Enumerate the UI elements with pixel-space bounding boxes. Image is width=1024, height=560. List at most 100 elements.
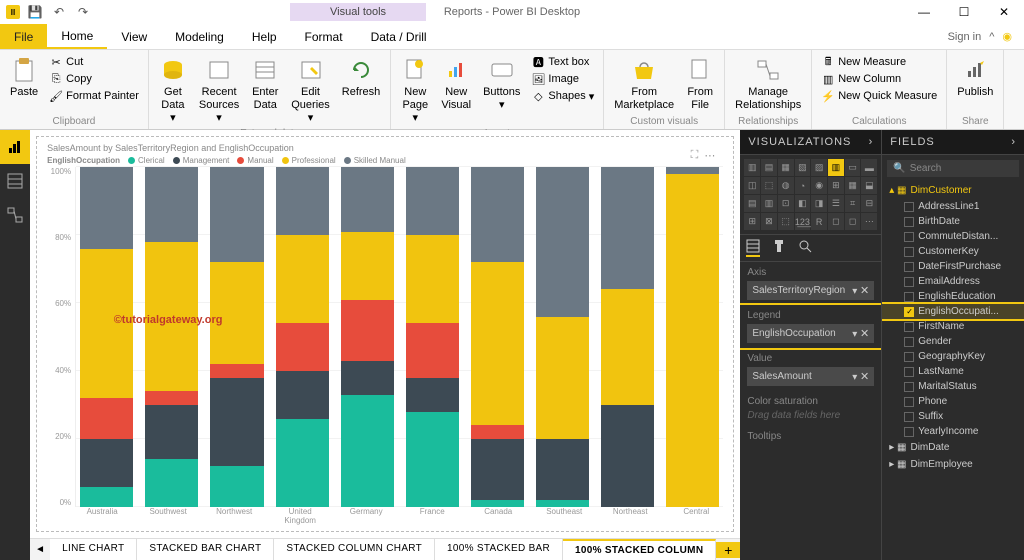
viz-type-icon[interactable]: ⬚: [761, 177, 777, 194]
remove-value-icon[interactable]: ✕: [860, 371, 869, 383]
menu-tab-view[interactable]: View: [107, 24, 161, 49]
axis-field-pill[interactable]: SalesTerritoryRegion▾ ✕: [747, 281, 874, 300]
legend-item[interactable]: Skilled Manual: [344, 156, 406, 165]
new-visual-button[interactable]: NewVisual: [437, 54, 475, 114]
legend-field-pill[interactable]: EnglishOccupation▾ ✕: [747, 324, 874, 343]
redo-icon[interactable]: ↷: [74, 3, 92, 21]
textbox-button[interactable]: 🅰Text box: [528, 54, 597, 70]
new-page-button[interactable]: NewPage▾: [397, 54, 433, 128]
page-tab[interactable]: LINE CHART: [50, 539, 137, 560]
viz-type-icon[interactable]: ▭: [845, 159, 861, 176]
new-column-button[interactable]: ▥New Column: [818, 71, 940, 87]
signin-link[interactable]: Sign in: [948, 31, 982, 43]
shapes-button[interactable]: ◇Shapes▾: [528, 88, 597, 104]
viz-type-icon[interactable]: ⊞: [828, 177, 844, 194]
viz-type-icon[interactable]: ⊠: [761, 213, 777, 230]
field-phone[interactable]: Phone: [882, 394, 1024, 409]
page-tab[interactable]: 100% STACKED COLUMN: [563, 539, 716, 560]
from-marketplace-button[interactable]: FromMarketplace: [610, 54, 678, 114]
file-menu[interactable]: File: [0, 24, 47, 49]
viz-type-icon[interactable]: ▧: [795, 159, 811, 176]
field-firstname[interactable]: FirstName: [882, 319, 1024, 334]
chevron-up-icon[interactable]: ^: [989, 31, 994, 43]
bar-northeast[interactable]: [601, 167, 654, 507]
viz-type-icon[interactable]: ▦: [845, 177, 861, 194]
viz-type-icon[interactable]: R: [811, 213, 827, 230]
viz-type-icon[interactable]: ⊞: [744, 213, 760, 230]
fields-mode-icon[interactable]: [746, 239, 760, 257]
undo-icon[interactable]: ↶: [50, 3, 68, 21]
field-birthdate[interactable]: BirthDate: [882, 214, 1024, 229]
page-tab[interactable]: 100% STACKED BAR: [435, 539, 563, 560]
page-tab[interactable]: STACKED COLUMN CHART: [274, 539, 435, 560]
viz-type-icon[interactable]: ◍: [778, 177, 794, 194]
close-button[interactable]: ✕: [984, 0, 1024, 24]
bar-unitedkingdom[interactable]: [276, 167, 329, 507]
recent-sources-button[interactable]: RecentSources▾: [195, 54, 243, 128]
field-englisheducation[interactable]: EnglishEducation: [882, 289, 1024, 304]
bar-southeast[interactable]: [536, 167, 589, 507]
field-maritalstatus[interactable]: MaritalStatus: [882, 379, 1024, 394]
new-quick-measure-button[interactable]: ⚡New Quick Measure: [818, 88, 940, 104]
page-tab[interactable]: STACKED BAR CHART: [137, 539, 274, 560]
bar-canada[interactable]: [471, 167, 524, 507]
edit-queries-button[interactable]: EditQueries▾: [287, 54, 334, 128]
viz-type-icon[interactable]: ⌗: [845, 195, 861, 212]
model-view-icon[interactable]: [0, 198, 30, 232]
tab-prev-icon[interactable]: ◄: [30, 544, 50, 555]
bar-northwest[interactable]: [210, 167, 263, 507]
menu-tab-modeling[interactable]: Modeling: [161, 24, 238, 49]
report-view-icon[interactable]: [0, 130, 30, 164]
get-data-button[interactable]: GetData▾: [155, 54, 191, 128]
help-icon[interactable]: ◉: [1002, 30, 1012, 43]
more-options-icon[interactable]: ⋯: [704, 149, 715, 162]
enter-data-button[interactable]: EnterData: [247, 54, 283, 114]
viz-type-icon[interactable]: ▤: [761, 159, 777, 176]
viz-type-icon[interactable]: ◻: [845, 213, 861, 230]
viz-type-icon[interactable]: ⬓: [861, 177, 877, 194]
bar-southwest[interactable]: [145, 167, 198, 507]
field-emailaddress[interactable]: EmailAddress: [882, 274, 1024, 289]
viz-type-icon[interactable]: ⊡: [778, 195, 794, 212]
menu-tab-format[interactable]: Format: [291, 24, 357, 49]
fields-header[interactable]: FIELDS›: [882, 130, 1024, 155]
field-customerkey[interactable]: CustomerKey: [882, 244, 1024, 259]
remove-axis-icon[interactable]: ✕: [860, 285, 869, 297]
viz-type-icon[interactable]: ☰: [828, 195, 844, 212]
maximize-button[interactable]: ☐: [944, 0, 984, 24]
save-icon[interactable]: 💾: [26, 3, 44, 21]
field-englishoccupati[interactable]: EnglishOccupati...: [882, 304, 1024, 319]
field-addressline[interactable]: AddressLine1: [882, 199, 1024, 214]
table-dimcustomer[interactable]: ▴ ▦ DimCustomer: [882, 182, 1024, 199]
viz-type-icon[interactable]: ⊟: [861, 195, 877, 212]
viz-type-icon[interactable]: ▦: [778, 159, 794, 176]
viz-type-icon[interactable]: ◔: [795, 177, 811, 194]
bar-australia[interactable]: [80, 167, 133, 507]
viz-type-icon[interactable]: ◨: [811, 195, 827, 212]
viz-type-icon[interactable]: ◻: [828, 213, 844, 230]
field-suffix[interactable]: Suffix: [882, 409, 1024, 424]
fields-search-input[interactable]: 🔍Search: [887, 160, 1019, 177]
viz-type-icon[interactable]: ◧: [795, 195, 811, 212]
table-dimemployee[interactable]: ▸ ▦ DimEmployee: [882, 456, 1024, 473]
value-field-pill[interactable]: SalesAmount▾ ✕: [747, 367, 874, 386]
viz-type-icon[interactable]: ▥: [761, 195, 777, 212]
legend-item[interactable]: Clerical: [128, 156, 165, 165]
viz-type-icon[interactable]: 1̲2̲3̲: [795, 213, 811, 230]
visualizations-header[interactable]: VISUALIZATIONS›: [740, 130, 881, 155]
viz-type-icon[interactable]: ▤: [744, 195, 760, 212]
menu-tab-help[interactable]: Help: [238, 24, 291, 49]
format-painter-button[interactable]: 🖌Format Painter: [46, 88, 142, 104]
paste-button[interactable]: Paste: [6, 54, 42, 101]
bar-germany[interactable]: [341, 167, 394, 507]
viz-type-icon[interactable]: ▥: [828, 159, 844, 176]
field-datefirstpurchase[interactable]: DateFirstPurchase: [882, 259, 1024, 274]
from-file-button[interactable]: FromFile: [682, 54, 718, 114]
viz-type-icon[interactable]: ⬚: [778, 213, 794, 230]
field-yearlyincome[interactable]: YearlyIncome: [882, 424, 1024, 439]
cut-button[interactable]: ✂Cut: [46, 54, 142, 70]
field-lastname[interactable]: LastName: [882, 364, 1024, 379]
viz-type-icon[interactable]: ◫: [744, 177, 760, 194]
focus-mode-icon[interactable]: ⛶: [691, 149, 699, 162]
analytics-mode-icon[interactable]: [798, 239, 812, 257]
